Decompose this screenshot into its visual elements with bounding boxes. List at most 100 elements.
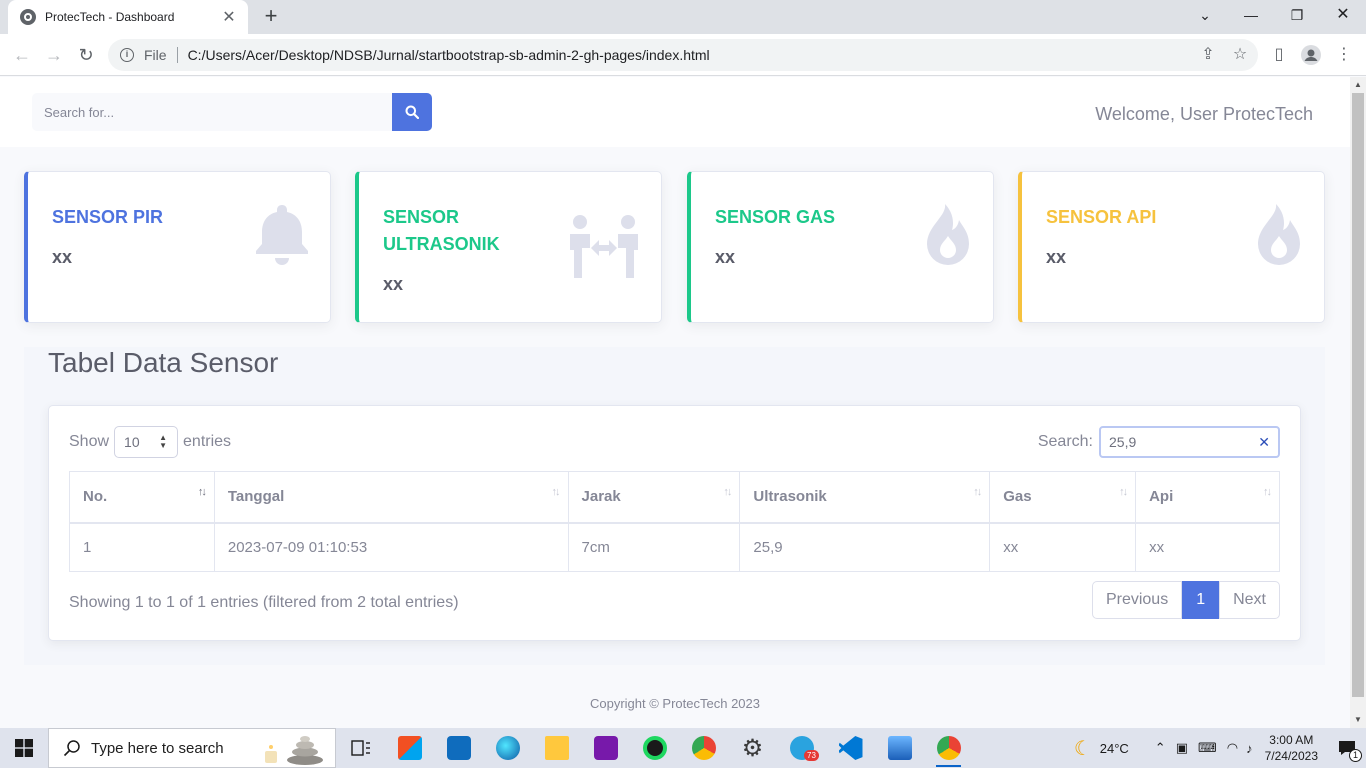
sort-icon: ↑↓: [973, 486, 982, 498]
restore-button[interactable]: ❐: [1274, 0, 1320, 30]
table-row: 1 2023-07-09 01:10:53 7cm 25,9 xx xx: [69, 522, 1280, 572]
card-value: xx: [1046, 247, 1067, 267]
windows-logo-icon: [15, 739, 33, 757]
globe-icon: [20, 9, 36, 25]
column-header-no[interactable]: No. ↑↓: [69, 471, 215, 524]
page-viewport: Welcome, User ProtecTech SENSOR PIR xx S…: [0, 77, 1350, 728]
system-tray: ☾ 24°C ⌃ ▣ ⌨ ◠ ♪ 3:00 AM 7/24/2023 1: [1074, 728, 1366, 768]
column-header-jarak[interactable]: Jarak ↑↓: [567, 471, 741, 524]
card-value: xx: [383, 274, 404, 294]
column-header-gas[interactable]: Gas ↑↓: [989, 471, 1137, 524]
scroll-thumb[interactable]: [1352, 93, 1364, 697]
browser-tab[interactable]: ProtecTech - Dashboard ✕: [8, 0, 248, 34]
bookmark-star-icon[interactable]: ☆: [1230, 45, 1250, 65]
clock-date: 7/24/2023: [1264, 749, 1318, 763]
task-view-icon[interactable]: [336, 728, 385, 768]
edge-browser-icon[interactable]: [483, 728, 532, 768]
windows-start-button[interactable]: [0, 728, 48, 768]
url-text[interactable]: C:/Users/Acer/Desktop/NDSB/Jurnal/startb…: [188, 47, 710, 63]
new-tab-button[interactable]: +: [258, 4, 284, 30]
mail-icon[interactable]: [434, 728, 483, 768]
scroll-down-icon[interactable]: ▼: [1350, 712, 1366, 728]
previous-page-button[interactable]: Previous: [1091, 581, 1183, 619]
sort-icon: ↑↓: [197, 486, 207, 498]
notification-center-icon[interactable]: 1: [1328, 728, 1366, 768]
zen-stones-icon: [265, 736, 323, 765]
search-icon: [405, 105, 419, 119]
card-sensor-ultrasonik: SENSOR ULTRASONIK xx: [355, 171, 662, 323]
column-header-ultrasonik[interactable]: Ultrasonik ↑↓: [739, 471, 991, 524]
table-search-value: 25,9: [1109, 434, 1137, 450]
topbar: Welcome, User ProtecTech: [0, 77, 1350, 147]
close-tab-icon[interactable]: ✕: [220, 7, 238, 27]
page-length-select[interactable]: 10 ▲ ▼: [114, 426, 179, 458]
moon-weather-icon[interactable]: ☾: [1074, 736, 1092, 761]
browser-tab-strip: ProtecTech - Dashboard ✕ + ⌄ — ❐ ✕: [0, 0, 1366, 34]
card-label: SENSOR PIR: [52, 207, 164, 227]
share-icon[interactable]: ⇪: [1198, 45, 1218, 65]
search-button[interactable]: [392, 93, 432, 131]
back-button[interactable]: ←: [10, 43, 34, 67]
vscode-icon[interactable]: [826, 728, 875, 768]
page-1-button[interactable]: 1: [1182, 581, 1220, 619]
windows-taskbar: Type here to search ⚙ 73 ☾ 24°C ⌃ ▣ ⌨ ◠ …: [0, 728, 1366, 768]
cell-ultrasonik: 25,9: [739, 522, 991, 572]
info-icon[interactable]: i: [120, 48, 134, 62]
photos-icon[interactable]: [875, 728, 924, 768]
settings-gear-icon[interactable]: ⚙: [728, 728, 777, 768]
page-length-value: 10: [124, 434, 140, 450]
card-label: SENSOR ULTRASONIK: [383, 207, 500, 254]
fire-icon: [1254, 202, 1304, 273]
reload-button[interactable]: ↻: [74, 43, 98, 67]
chrome-open-icon[interactable]: [924, 728, 973, 768]
section-title: Tabel Data Sensor: [48, 347, 279, 378]
keyboard-icon[interactable]: ⌨: [1198, 740, 1217, 756]
page-scrollbar[interactable]: ▲ ▼: [1350, 77, 1366, 728]
address-bar[interactable]: i File C:/Users/Acer/Desktop/NDSB/Jurnal…: [108, 39, 1258, 71]
profile-avatar-icon[interactable]: [1301, 45, 1321, 65]
table-header-row: No. ↑↓ Tanggal ↑↓ Jarak ↑↓ Ultrasonik ↑↓ Gas…: [69, 471, 1280, 524]
onenote-icon[interactable]: [581, 728, 630, 768]
card-label: SENSOR API: [1046, 207, 1157, 227]
bell-icon: [254, 202, 310, 271]
select-caret-icon: ▲ ▼: [159, 433, 168, 450]
fire-icon: [923, 202, 973, 273]
volume-icon[interactable]: ♪: [1246, 741, 1253, 756]
card-value: xx: [52, 247, 73, 267]
spotify-icon[interactable]: [630, 728, 679, 768]
taskbar-search-box[interactable]: Type here to search: [48, 728, 336, 768]
next-page-button[interactable]: Next: [1219, 581, 1280, 619]
telegram-icon[interactable]: 73: [777, 728, 826, 768]
microsoft-store-icon[interactable]: [385, 728, 434, 768]
close-window-button[interactable]: ✕: [1320, 0, 1366, 30]
side-panel-icon[interactable]: ▯: [1269, 45, 1289, 65]
welcome-text[interactable]: Welcome, User ProtecTech: [1095, 104, 1313, 125]
card-sensor-api: SENSOR API xx: [1018, 171, 1325, 323]
scroll-up-icon[interactable]: ▲: [1350, 77, 1366, 93]
taskbar-search-placeholder: Type here to search: [91, 739, 224, 757]
minimize-button[interactable]: —: [1228, 0, 1274, 30]
table-search-input[interactable]: 25,9 ✕: [1099, 426, 1280, 458]
forward-button[interactable]: →: [42, 43, 66, 67]
cell-api: xx: [1135, 522, 1280, 572]
file-explorer-icon[interactable]: [532, 728, 581, 768]
chrome-menu-icon[interactable]: ⋮: [1334, 45, 1354, 65]
tab-title: ProtecTech - Dashboard: [45, 10, 175, 24]
column-header-tanggal[interactable]: Tanggal ↑↓: [213, 471, 569, 524]
wifi-icon[interactable]: ◠: [1227, 740, 1238, 756]
column-header-api[interactable]: Api ↑↓: [1135, 471, 1280, 524]
tab-search-chevron-icon[interactable]: ⌄: [1182, 0, 1228, 30]
search-icon: [63, 740, 80, 757]
cell-gas: xx: [989, 522, 1137, 572]
weather-temp[interactable]: 24°C: [1100, 741, 1129, 756]
meet-now-icon[interactable]: ▣: [1176, 740, 1188, 756]
search-input[interactable]: [32, 93, 392, 131]
table-card: Show 10 ▲ ▼ entries Search: 25,9 ✕ No. ↑…: [48, 405, 1301, 641]
chrome-icon[interactable]: [679, 728, 728, 768]
clear-search-icon[interactable]: ✕: [1258, 428, 1270, 456]
card-label: SENSOR GAS: [715, 207, 836, 227]
taskbar-clock[interactable]: 3:00 AM 7/24/2023: [1265, 732, 1318, 764]
pagination: Previous 1 Next: [1091, 581, 1280, 619]
show-hidden-icons-icon[interactable]: ⌃: [1155, 740, 1166, 756]
table-info: Showing 1 to 1 of 1 entries (filtered fr…: [69, 594, 459, 611]
